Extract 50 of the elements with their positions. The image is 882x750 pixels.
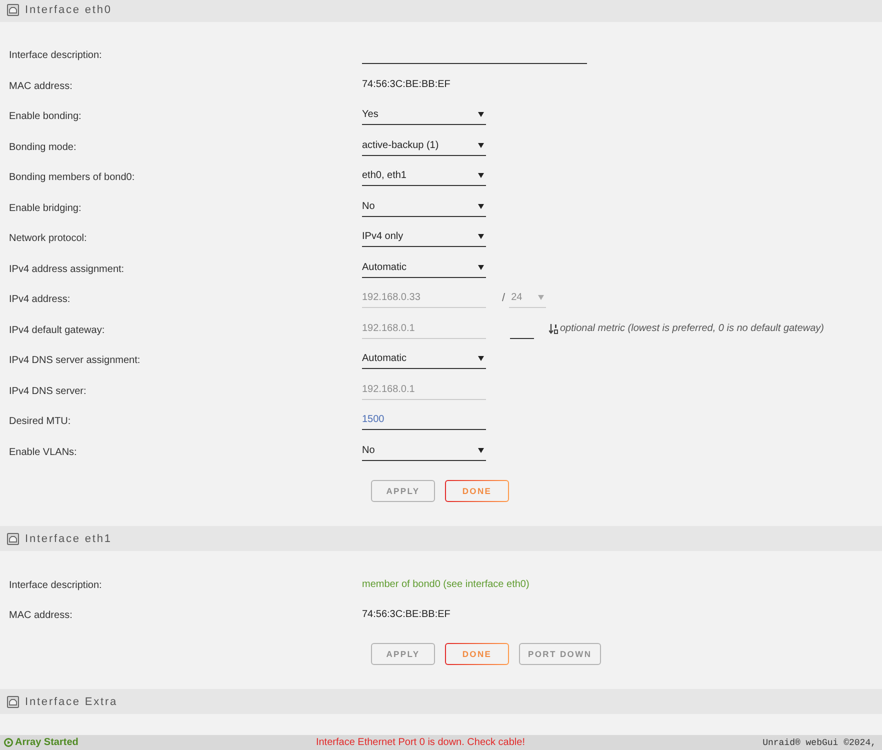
- field-label: Network protocol:: [9, 233, 87, 244]
- field-label: Interface description:: [9, 580, 102, 591]
- caret-icon: [478, 173, 484, 178]
- section-title: Interface Extra: [25, 696, 118, 708]
- dropdown[interactable]: eth0, eth1: [362, 166, 486, 186]
- network-port-icon: [7, 4, 19, 16]
- array-status: Array Started: [15, 737, 78, 748]
- field-label: Enable bridging:: [9, 202, 82, 214]
- dropdown[interactable]: active-backup (1): [362, 136, 486, 156]
- dropdown[interactable]: Automatic: [362, 258, 486, 278]
- dropdown[interactable]: IPv4 only: [362, 227, 486, 248]
- field-label: Enable bonding:: [9, 111, 82, 122]
- text-field[interactable]: 1500: [362, 410, 486, 430]
- caret-icon: [478, 112, 484, 118]
- caret-icon: [478, 264, 484, 270]
- caret-icon: [478, 356, 484, 362]
- field-label: IPv4 DNS server:: [9, 386, 86, 397]
- field-label: Desired MTU:: [9, 416, 71, 428]
- field-label: Bonding members of bond0:: [9, 172, 135, 184]
- sort-icon: [549, 324, 558, 334]
- field-label: IPv4 DNS server assignment:: [9, 355, 140, 366]
- dropdown[interactable]: Yes: [362, 105, 486, 126]
- field-value: 74:56:3C:BE:BB:EF: [362, 608, 450, 620]
- field-label: Enable VLANs:: [9, 446, 77, 458]
- metric-hint: optional metric (lowest is preferred, 0 is no default gateway): [560, 323, 824, 334]
- play-circle-icon: [4, 738, 13, 747]
- field-value: 74:56:3C:BE:BB:EF: [362, 79, 450, 90]
- field-label: MAC address:: [9, 80, 72, 92]
- alert-message: Interface Ethernet Port 0 is down. Check cable!: [316, 737, 525, 748]
- dropdown[interactable]: Automatic: [362, 349, 486, 370]
- field-label: IPv4 default gateway:: [9, 324, 105, 336]
- dropdown[interactable]: No: [362, 196, 486, 217]
- member-note: member of bond0 (see interface eth0): [362, 578, 530, 590]
- caret-icon: [478, 448, 484, 453]
- field-label: Bonding mode:: [9, 142, 76, 153]
- network-port-icon: [7, 696, 19, 708]
- caret-icon: [478, 234, 484, 240]
- network-port-icon: [7, 532, 19, 544]
- field-label: IPv4 address assignment:: [9, 264, 124, 275]
- field-label: MAC address:: [9, 610, 72, 621]
- dropdown[interactable]: No: [362, 440, 486, 461]
- caret-icon: [478, 204, 484, 209]
- field-label: Interface description:: [9, 50, 102, 62]
- field-label: IPv4 address:: [9, 294, 70, 306]
- copyright-text: Unraid® webGui ©2024,: [762, 738, 876, 748]
- section-title: Interface eth0: [25, 4, 112, 16]
- slash-separator: /: [502, 292, 506, 304]
- section-title: Interface eth1: [25, 532, 112, 544]
- caret-icon: [538, 295, 544, 300]
- caret-icon: [478, 142, 484, 148]
